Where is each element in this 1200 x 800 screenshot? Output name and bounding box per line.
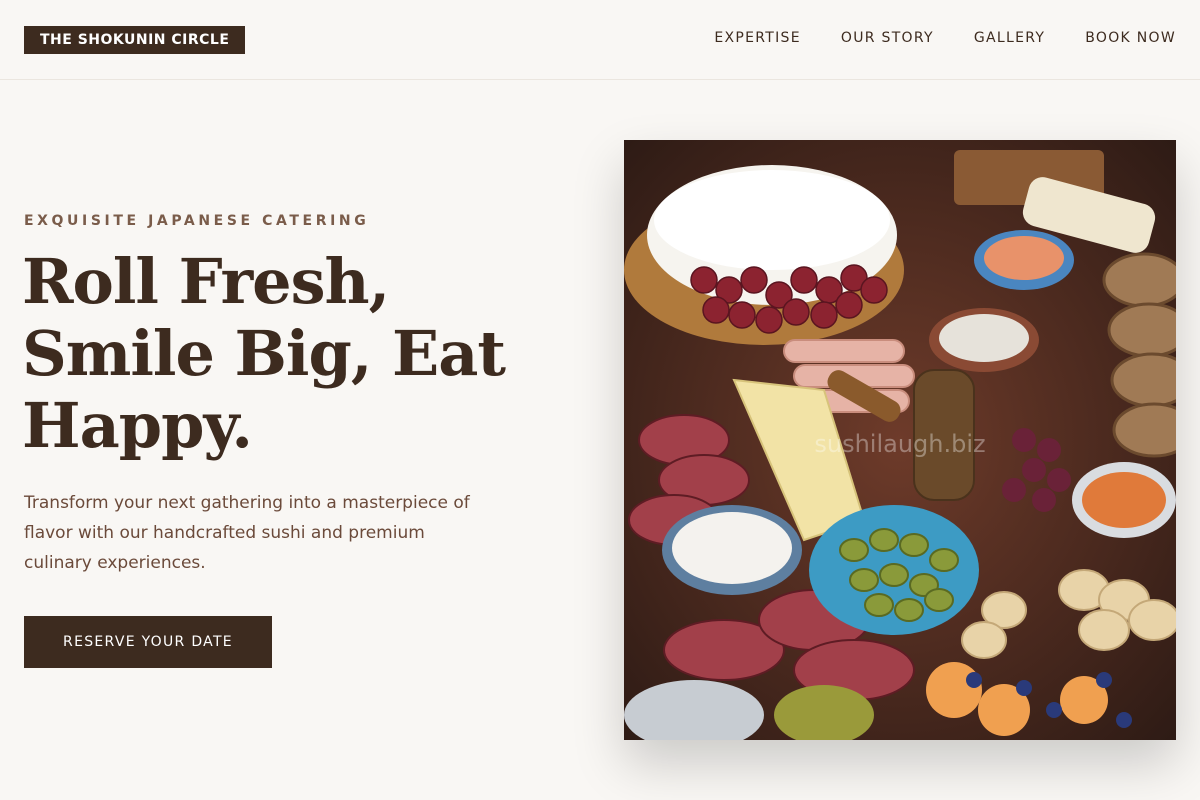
- hero-headline: Roll Fresh, Smile Big, Eat Happy.: [22, 245, 506, 462]
- hero-eyebrow: EXQUISITE JAPANESE CATERING: [24, 213, 370, 229]
- charcuterie-illustration: [624, 140, 1176, 740]
- nav-link-expertise[interactable]: EXPERTISE: [714, 30, 801, 46]
- site-logo[interactable]: THE SHOKUNIN CIRCLE: [24, 26, 246, 54]
- nav-link-gallery[interactable]: GALLERY: [974, 30, 1045, 46]
- nav-link-our-story[interactable]: OUR STORY: [841, 30, 934, 46]
- main-nav: EXPERTISE OUR STORY GALLERY BOOK NOW: [714, 30, 1176, 46]
- hero-lead: Transform your next gathering into a mas…: [24, 493, 470, 573]
- site-header: THE SHOKUNIN CIRCLE EXPERTISE OUR STORY …: [0, 0, 1200, 80]
- hero-food-image: sushilaugh.biz: [624, 140, 1176, 740]
- reserve-date-button[interactable]: RESERVE YOUR DATE: [24, 616, 272, 668]
- nav-link-book-now[interactable]: BOOK NOW: [1085, 30, 1176, 46]
